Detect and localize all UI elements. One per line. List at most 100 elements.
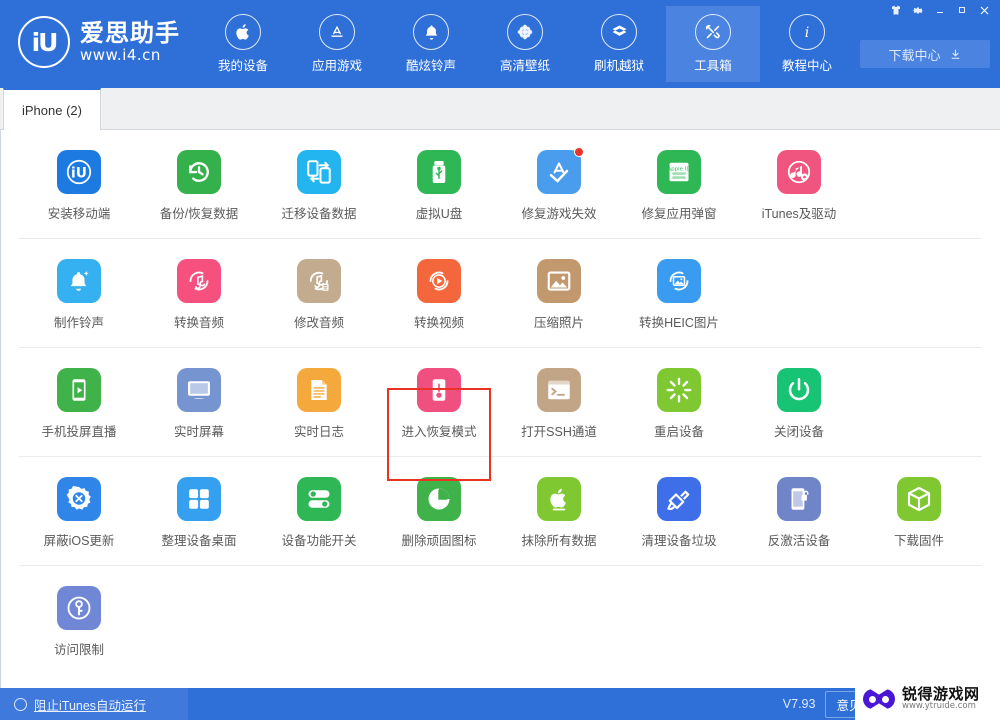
tool-item-label: iTunes及驱动 (761, 207, 837, 221)
tool-item-label: 清理设备垃圾 (641, 534, 717, 548)
tool-item[interactable]: 访问限制 (19, 580, 139, 666)
bell-icon (413, 14, 449, 50)
minimize-icon[interactable] (930, 1, 950, 19)
access-restriction-icon (57, 586, 101, 630)
nav-item-apps-games[interactable]: 应用游戏 (290, 6, 384, 82)
tool-item[interactable]: 制作铃声 (19, 253, 139, 339)
tool-item-label: 访问限制 (53, 643, 104, 657)
tool-item-label: 关闭设备 (773, 425, 824, 439)
tool-item[interactable]: 迁移设备数据 (259, 144, 379, 230)
tool-item-label: 修复游戏失效 (521, 207, 597, 221)
close-icon[interactable] (974, 1, 994, 19)
nav-item-my-device[interactable]: 我的设备 (196, 6, 290, 82)
version-label: V7.93 (782, 697, 816, 711)
organize-desktop-icon (177, 477, 221, 521)
backup-restore-icon (177, 150, 221, 194)
block-itunes-label: 阻止iTunes自动运行 (34, 698, 147, 713)
app-window: iU 爱思助手 www.i4.cn 我的设备 应用游戏 酷炫铃声 高清壁纸 刷机… (0, 0, 1000, 720)
nav-item-wallpapers[interactable]: 高清壁纸 (478, 6, 572, 82)
tool-item[interactable]: 转换HEIC图片 (619, 253, 739, 339)
screen-cast-icon (57, 368, 101, 412)
compress-photo-icon (537, 259, 581, 303)
tool-item[interactable]: 下载固件 (859, 471, 979, 557)
tool-item[interactable]: 打开SSH通道 (499, 362, 619, 448)
tool-item-label: 转换视频 (413, 316, 464, 330)
tool-item-label: 制作铃声 (53, 316, 104, 330)
tool-item[interactable]: 手机投屏直播 (19, 362, 139, 448)
device-tabstrip: iPhone (2) (0, 88, 1000, 130)
tool-item[interactable]: Apple ID 修复应用弹窗 (619, 144, 739, 230)
nav-label: 工具箱 (694, 59, 732, 73)
tool-item[interactable]: 屏蔽iOS更新 (19, 471, 139, 557)
tool-item[interactable]: 清理设备垃圾 (619, 471, 739, 557)
tool-item[interactable]: 整理设备桌面 (139, 471, 259, 557)
i4-app-icon: iU (57, 150, 101, 194)
tool-item[interactable]: 抹除所有数据 (499, 471, 619, 557)
tool-item[interactable]: 备份/恢复数据 (139, 144, 259, 230)
app-header: iU 爱思助手 www.i4.cn 我的设备 应用游戏 酷炫铃声 高清壁纸 刷机… (0, 0, 1000, 88)
tool-item-label: 备份/恢复数据 (159, 207, 239, 221)
tool-item-label: 重启设备 (653, 425, 704, 439)
nav-item-tutorial-center[interactable]: i 教程中心 (760, 6, 854, 82)
nav-label: 我的设备 (217, 59, 268, 73)
tool-item[interactable]: 修改音频 (259, 253, 379, 339)
apple-icon (225, 14, 261, 50)
nav-label: 刷机越狱 (593, 59, 644, 73)
tool-item-label: 反激活设备 (767, 534, 831, 548)
tool-item-label: 删除顽固图标 (401, 534, 477, 548)
brand-logo: iU 爱思助手 www.i4.cn (18, 16, 180, 68)
tool-item-label: 进入恢复模式 (401, 425, 477, 439)
tool-item-label: 压缩照片 (533, 316, 584, 330)
block-itunes-toggle[interactable]: 阻止iTunes自动运行 (0, 688, 188, 720)
tool-item[interactable]: 转换视频 (379, 253, 499, 339)
itunes-driver-icon (777, 150, 821, 194)
flower-icon (507, 14, 543, 50)
box-open-icon (601, 14, 637, 50)
tool-item[interactable]: 实时屏幕 (139, 362, 259, 448)
nav-item-flash-jailbreak[interactable]: 刷机越狱 (572, 6, 666, 82)
tool-item-label: 实时日志 (293, 425, 344, 439)
settings-gear-icon[interactable] (908, 1, 928, 19)
tool-item[interactable]: 删除顽固图标 (379, 471, 499, 557)
feature-toggle-icon (297, 477, 341, 521)
tool-item[interactable]: 压缩照片 (499, 253, 619, 339)
watermark-name: 锐得游戏网 (902, 685, 980, 703)
tool-item[interactable]: 转换音频 (139, 253, 259, 339)
fix-game-icon (537, 147, 584, 194)
tool-item-label: 整理设备桌面 (161, 534, 237, 548)
tool-item[interactable]: 进入恢复模式 (379, 362, 499, 448)
download-firmware-icon (897, 477, 941, 521)
usb-drive-icon (417, 150, 461, 194)
tool-item[interactable]: 反激活设备 (739, 471, 859, 557)
toggle-circle-icon (14, 697, 27, 711)
tool-item-label: 实时屏幕 (173, 425, 224, 439)
nav-item-ringtones[interactable]: 酷炫铃声 (384, 6, 478, 82)
tool-item[interactable]: iU 安装移动端 (19, 144, 139, 230)
clean-junk-icon (657, 477, 701, 521)
tool-item[interactable]: 设备功能开关 (259, 471, 379, 557)
brand-name: 爱思助手 (80, 19, 180, 47)
tool-item-label: 手机投屏直播 (41, 425, 117, 439)
erase-all-icon (537, 477, 581, 521)
maximize-icon[interactable] (952, 1, 972, 19)
tool-item[interactable]: 实时日志 (259, 362, 379, 448)
tab-iphone[interactable]: iPhone (2) (3, 88, 101, 130)
nav-label: 酷炫铃声 (405, 59, 456, 73)
tool-item[interactable]: 修复游戏失效 (499, 144, 619, 230)
tool-item[interactable]: 虚拟U盘 (379, 144, 499, 230)
tool-item[interactable]: iTunes及驱动 (739, 144, 859, 230)
tool-item[interactable]: 重启设备 (619, 362, 739, 448)
nav-item-toolbox[interactable]: 工具箱 (666, 6, 760, 82)
appstore-icon (319, 14, 355, 50)
svg-text:iU: iU (71, 166, 87, 182)
download-center-button[interactable]: 下载中心 (860, 40, 990, 68)
live-log-icon (297, 368, 341, 412)
tool-item[interactable]: 关闭设备 (739, 362, 859, 448)
status-bar: 阻止iTunes自动运行 V7.93 意见反馈 微信公众号 (0, 688, 1000, 720)
skin-icon[interactable] (886, 1, 906, 19)
toolbox-row: 屏蔽iOS更新 整理设备桌面 设备功能开关 删除顽固图标 抹除所有数据 清理设备垃圾 反激活… (19, 457, 982, 566)
live-screen-icon (177, 368, 221, 412)
recovery-mode-icon (417, 368, 461, 412)
brand-url: www.i4.cn (80, 45, 161, 64)
svg-text:Apple ID: Apple ID (667, 166, 690, 172)
